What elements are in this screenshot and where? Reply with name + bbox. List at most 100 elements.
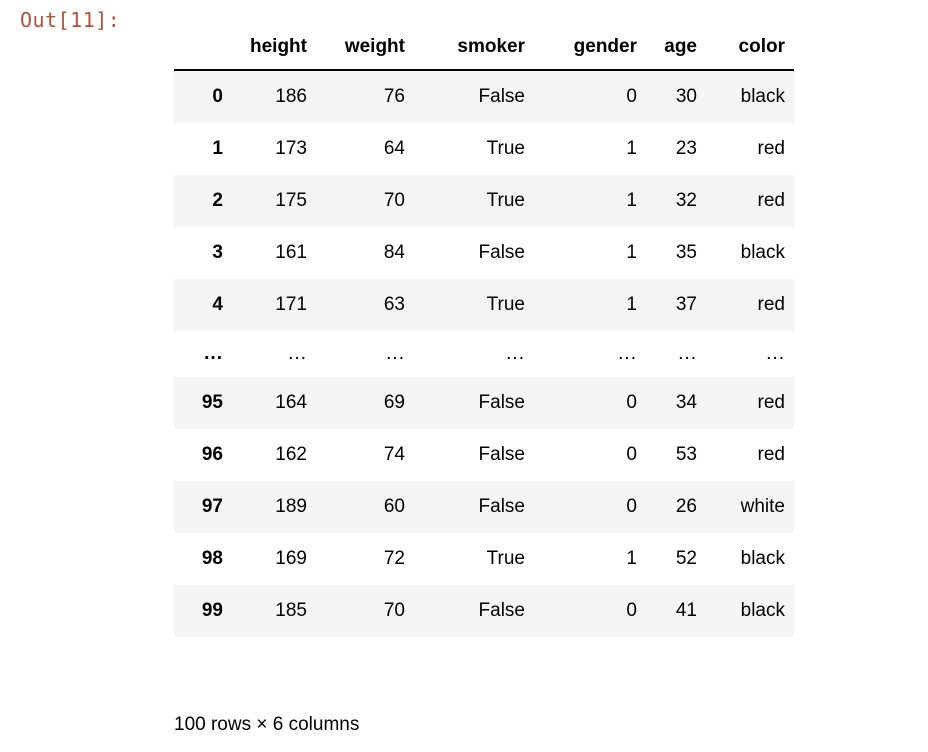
column-header-smoker: smoker (457, 36, 525, 57)
cell-color: black (740, 242, 785, 263)
cell-height: 175 (275, 190, 307, 211)
table-row: 97 189 60 False 0 26 white (174, 481, 794, 533)
cell-height: 169 (275, 548, 307, 569)
cell-gender-ellipsis: ... (618, 343, 637, 364)
cell-weight: 70 (383, 190, 405, 211)
cell-age: 34 (675, 392, 697, 413)
row-index: 1 (212, 138, 223, 159)
column-header-gender: gender (573, 36, 637, 57)
cell-gender: 0 (626, 600, 637, 621)
cell-age: 35 (675, 242, 697, 263)
table-row: 95 164 69 False 0 34 red (174, 377, 794, 429)
row-index: 98 (201, 548, 223, 569)
column-header-age: age (664, 36, 697, 57)
cell-age: 23 (675, 138, 697, 159)
row-index: 0 (212, 86, 223, 107)
table-row: 98 169 72 True 1 52 black (174, 533, 794, 585)
cell-gender: 1 (626, 190, 637, 211)
dataframe-shape-caption: 100 rows × 6 columns (174, 714, 360, 735)
table-row: 1 173 64 True 1 23 red (174, 123, 794, 175)
cell-color: white (740, 496, 785, 517)
cell-gender: 0 (626, 86, 637, 107)
cell-smoker: False (478, 242, 525, 263)
cell-weight: 84 (383, 242, 405, 263)
row-index: 3 (212, 242, 223, 263)
cell-height: 185 (275, 600, 307, 621)
header-row: height weight smoker gender age color (174, 36, 794, 70)
table-header: height weight smoker gender age color (174, 36, 794, 70)
cell-weight: 72 (383, 548, 405, 569)
row-index-ellipsis: ... (204, 343, 223, 364)
cell-smoker: False (478, 86, 525, 107)
cell-weight: 74 (383, 444, 405, 465)
cell-age: 41 (675, 600, 697, 621)
cell-gender: 1 (626, 242, 637, 263)
cell-color: red (757, 392, 785, 413)
notebook-output-cell: Out[11]: height weight smoker gender age… (0, 0, 928, 752)
table-row: 2 175 70 True 1 32 red (174, 175, 794, 227)
cell-color: red (757, 444, 785, 465)
cell-height: 171 (275, 294, 307, 315)
cell-age: 26 (675, 496, 697, 517)
cell-smoker: True (486, 190, 525, 211)
cell-smoker: False (478, 444, 525, 465)
output-prompt-label: Out[11]: (20, 8, 121, 32)
cell-weight: 60 (383, 496, 405, 517)
cell-weight: 70 (383, 600, 405, 621)
cell-height: 162 (275, 444, 307, 465)
cell-age: 53 (675, 444, 697, 465)
dataframe-container: height weight smoker gender age color 0 … (174, 36, 794, 637)
column-header-height: height (250, 36, 307, 57)
cell-weight-ellipsis: ... (386, 343, 405, 364)
cell-color-ellipsis: ... (766, 343, 785, 364)
cell-weight: 64 (383, 138, 405, 159)
cell-age-ellipsis: ... (678, 343, 697, 364)
row-index: 95 (201, 392, 223, 413)
table-row: 4 171 63 True 1 37 red (174, 279, 794, 331)
cell-gender: 1 (626, 138, 637, 159)
cell-height: 189 (275, 496, 307, 517)
cell-age: 52 (675, 548, 697, 569)
cell-gender: 1 (626, 294, 637, 315)
cell-weight: 63 (383, 294, 405, 315)
cell-gender: 0 (626, 444, 637, 465)
table-row: 96 162 74 False 0 53 red (174, 429, 794, 481)
cell-height: 161 (275, 242, 307, 263)
column-header-weight: weight (344, 36, 405, 57)
cell-weight: 76 (383, 86, 405, 107)
cell-gender: 0 (626, 496, 637, 517)
cell-age: 30 (675, 86, 697, 107)
cell-smoker: True (486, 138, 525, 159)
cell-smoker: False (478, 600, 525, 621)
table-row: 3 161 84 False 1 35 black (174, 227, 794, 279)
row-index: 4 (212, 294, 223, 315)
cell-smoker: False (478, 392, 525, 413)
dataframe-table: height weight smoker gender age color 0 … (174, 36, 794, 637)
cell-height: 164 (275, 392, 307, 413)
table-row: 99 185 70 False 0 41 black (174, 585, 794, 637)
cell-height: 186 (275, 86, 307, 107)
table-row-ellipsis: ... ... ... ... ... ... ... (174, 331, 794, 377)
cell-weight: 69 (383, 392, 405, 413)
cell-smoker: True (486, 548, 525, 569)
row-index: 96 (201, 444, 223, 465)
cell-height: 173 (275, 138, 307, 159)
cell-smoker: False (478, 496, 525, 517)
table-body: 0 186 76 False 0 30 black 1 173 64 True … (174, 70, 794, 637)
cell-color: black (740, 548, 785, 569)
table-row: 0 186 76 False 0 30 black (174, 70, 794, 123)
cell-smoker: True (486, 294, 525, 315)
column-header-index (174, 36, 232, 70)
row-index: 97 (201, 496, 223, 517)
row-index: 99 (201, 600, 223, 621)
cell-color: black (740, 600, 785, 621)
cell-smoker-ellipsis: ... (506, 343, 525, 364)
cell-color: red (757, 294, 785, 315)
cell-age: 37 (675, 294, 697, 315)
cell-color: red (757, 138, 785, 159)
cell-gender: 0 (626, 392, 637, 413)
cell-age: 32 (675, 190, 697, 211)
cell-color: red (757, 190, 785, 211)
cell-color: black (740, 86, 785, 107)
column-header-color: color (738, 36, 785, 57)
